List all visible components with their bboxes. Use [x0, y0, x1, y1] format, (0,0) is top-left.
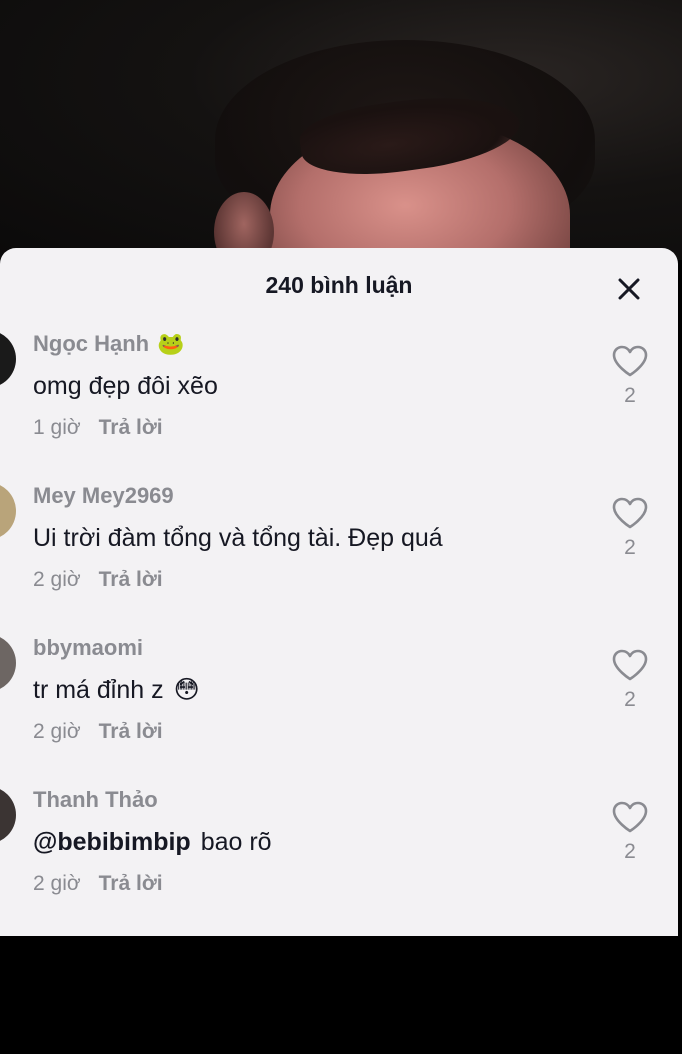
avatar[interactable]	[0, 634, 16, 692]
like-group: 2	[610, 496, 650, 560]
bottom-black-area	[0, 936, 682, 1054]
mention-link[interactable]: @bebibimbip	[33, 826, 191, 858]
heart-icon[interactable]	[611, 344, 649, 378]
close-button[interactable]	[612, 272, 646, 306]
comment-text-label: omg đẹp đôi xẽo	[33, 372, 218, 400]
comments-sheet: 240 bình luận Ngọc Hạnh 🐸 omg đẹp đôi xẽ…	[0, 248, 678, 936]
like-count: 2	[624, 536, 636, 559]
avatar[interactable]	[0, 786, 16, 844]
reply-button[interactable]: Trả lời	[99, 414, 163, 442]
heart-icon[interactable]	[611, 800, 649, 834]
avatar[interactable]	[0, 482, 16, 540]
avatar[interactable]	[0, 330, 16, 388]
comment-time: 2 giờ	[33, 720, 81, 743]
video-background[interactable]	[0, 0, 682, 260]
like-count: 2	[624, 384, 636, 407]
comment-body: Thanh Thảo @bebibimbip bao rõ 2 giờ Trả …	[33, 786, 593, 898]
comment-meta: 2 giờ Trả lời	[33, 718, 593, 746]
heart-icon[interactable]	[611, 496, 649, 530]
comment-body: bbymaomi tr má đỉnh z 😳 2 giờ Trả lời	[33, 634, 593, 746]
reply-button[interactable]: Trả lời	[99, 870, 163, 898]
reply-button[interactable]: Trả lời	[99, 718, 163, 746]
comment-meta: 1 giờ Trả lời	[33, 414, 593, 442]
username-label: Ngọc Hạnh	[33, 331, 150, 356]
comment-body: Mey Mey2969 Ui trời đàm tổng và tổng tài…	[33, 482, 593, 594]
like-count: 2	[624, 840, 636, 863]
screen: 240 bình luận Ngọc Hạnh 🐸 omg đẹp đôi xẽ…	[0, 0, 682, 1054]
comment-time: 2 giờ	[33, 568, 81, 591]
comment-meta: 2 giờ Trả lời	[33, 566, 593, 594]
flushed-face-emoji-icon: 😳	[173, 676, 200, 704]
comments-header: 240 bình luận	[0, 248, 678, 326]
heart-icon[interactable]	[611, 648, 649, 682]
like-group: 2	[610, 800, 650, 864]
comment-text: Ui trời đàm tổng và tổng tài. Đẹp quá	[33, 522, 593, 554]
username-label: Mey Mey2969	[33, 483, 174, 508]
like-count: 2	[624, 688, 636, 711]
comment-time: 1 giờ	[33, 416, 81, 439]
comment-item: Ngọc Hạnh 🐸 omg đẹp đôi xẽo 1 giờ Trả lờ…	[0, 330, 678, 450]
comment-text-label: tr má đỉnh z	[33, 676, 164, 704]
comment-username[interactable]: Mey Mey2969	[33, 482, 593, 510]
comment-text-label: Ui trời đàm tổng và tổng tài. Đẹp quá	[33, 524, 443, 552]
comment-time: 2 giờ	[33, 872, 81, 895]
comment-username[interactable]: bbymaomi	[33, 634, 593, 662]
comment-text: tr má đỉnh z 😳	[33, 674, 593, 706]
comment-item: Thanh Thảo @bebibimbip bao rõ 2 giờ Trả …	[0, 786, 678, 906]
reply-button[interactable]: Trả lời	[99, 566, 163, 594]
like-group: 2	[610, 648, 650, 712]
comment-username[interactable]: Thanh Thảo	[33, 786, 593, 814]
comment-item: Mey Mey2969 Ui trời đàm tổng và tổng tài…	[0, 482, 678, 602]
comment-text-label: bao rõ	[200, 828, 272, 856]
username-label: Thanh Thảo	[33, 787, 158, 812]
comment-text: omg đẹp đôi xẽo	[33, 370, 593, 402]
comment-meta: 2 giờ Trả lời	[33, 870, 593, 898]
comment-text: @bebibimbip bao rõ	[33, 826, 593, 858]
username-label: bbymaomi	[33, 635, 144, 660]
close-icon	[618, 278, 640, 300]
comment-username[interactable]: Ngọc Hạnh 🐸	[33, 330, 593, 358]
comment-item: bbymaomi tr má đỉnh z 😳 2 giờ Trả lời 2	[0, 634, 678, 754]
comment-body: Ngọc Hạnh 🐸 omg đẹp đôi xẽo 1 giờ Trả lờ…	[33, 330, 593, 442]
like-group: 2	[610, 344, 650, 408]
comments-count-title: 240 bình luận	[265, 272, 413, 298]
frog-emoji-icon: 🐸	[157, 331, 185, 356]
